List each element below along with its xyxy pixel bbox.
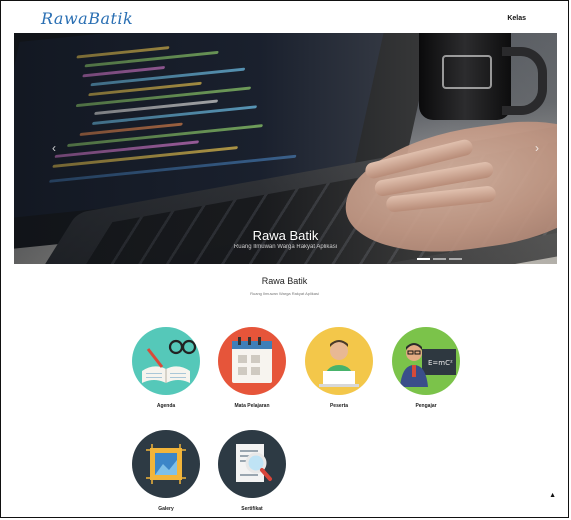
open-book-icon [132,327,200,395]
section-title: Rawa Batik [261,276,308,286]
carousel-dot-1[interactable] [417,258,430,260]
carousel-dot-3[interactable] [449,258,462,260]
teacher-blackboard-icon: E=mC² [392,327,460,395]
top-navbar: RawaBatik Kelas [1,1,568,31]
nav-link-kelas[interactable]: Kelas [507,15,526,22]
student-laptop-icon [305,327,373,395]
svg-text:E=mC²: E=mC² [428,359,453,367]
menu-tile-agenda[interactable]: Agenda [121,327,211,409]
document-search-icon [218,430,286,498]
menu-label-agenda: Agenda [156,403,176,409]
menu-tile-pengajar[interactable]: E=mC² Pengajar [381,327,471,409]
menu-tile-peserta[interactable]: Peserta [294,327,384,409]
logo-text: RawaBatik [41,9,134,28]
carousel-indicators [417,258,462,260]
menu-label-mata-pelajaran: Mata Pelajaran [234,403,270,409]
calendar-icon [218,327,286,395]
carousel-dot-2[interactable] [433,258,446,260]
chevron-left-icon: ‹ [52,141,56,155]
menu-label-galery: Galery [158,506,174,512]
hero-carousel: Rawa Batik Ruang Ilmuwan Warga Rakyat Ap… [14,33,557,264]
menu-tile-galery[interactable]: Galery [121,430,211,512]
carousel-next-button[interactable]: › [535,141,539,155]
menu-label-pengajar: Pengajar [415,403,437,409]
menu-label-sertifikat: Sertifikat [241,506,263,512]
hero-caption-subtitle: Ruang Ilmuwan Warga Rakyat Aplikasi [233,244,338,250]
scroll-to-top-button[interactable]: ▲ [549,492,556,499]
menu-label-peserta: Peserta [329,403,349,409]
brand-logo[interactable]: RawaBatik [41,9,133,28]
page-frame: RawaBatik Kelas Rawa Batik Ruang Ilmuwan… [0,0,569,518]
menu-tile-sertifikat[interactable]: Sertifikat [207,430,297,512]
section-subtitle: Ruang Ilmuwan Warga Rakyat Aplikasi [250,291,319,296]
hero-caption-title: Rawa Batik [252,228,319,243]
menu-tile-mata-pelajaran[interactable]: Mata Pelajaran [207,327,297,409]
picture-frame-icon [132,430,200,498]
carousel-prev-button[interactable]: ‹ [52,141,56,155]
chevron-right-icon: › [535,141,539,155]
caret-up-icon: ▲ [549,492,556,499]
